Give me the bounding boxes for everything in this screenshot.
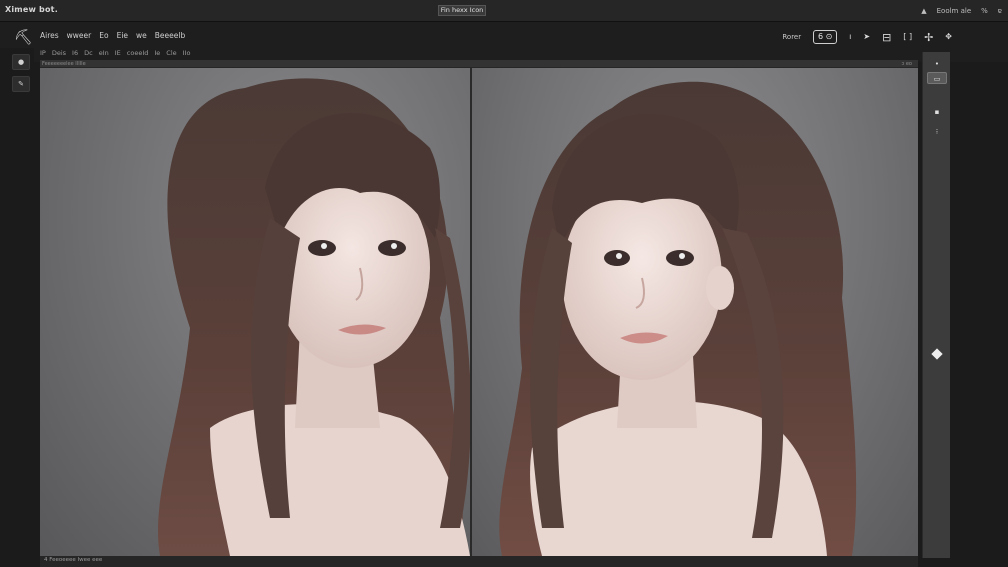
status-text: 4 Feeoeeee Iwee eee (44, 557, 103, 563)
document-zoom: ɔ eo (901, 61, 912, 67)
title-bar: Ximew bot. Fin hexx Icon ▲ Eoolm ale % ɐ (0, 0, 1008, 22)
titlebar-menu-item[interactable]: ɐ (998, 7, 1002, 15)
titlebar-menu-item[interactable]: % (981, 7, 988, 15)
zoom-label: Rorer (782, 33, 802, 41)
zoom-control[interactable]: 6 ⊙ (813, 30, 838, 44)
nav-icon[interactable]: ▪ (927, 106, 947, 118)
titlebar-right: ▲ Eoolm ale % ɐ (921, 0, 1008, 22)
option-item[interactable]: I6 (72, 49, 78, 57)
portrait-left-image (157, 78, 470, 556)
arrow-cursor-icon[interactable]: ➤ (863, 33, 870, 41)
move-icon[interactable]: ✥ (945, 33, 952, 41)
info-icon[interactable]: ⁝ (927, 126, 947, 138)
option-item[interactable]: IE (115, 49, 121, 57)
options-bar: ⛏ Aires wweer Eo Eie we Beeeelb IP Deis … (0, 22, 1008, 62)
option-item[interactable]: Aires (40, 31, 59, 40)
option-item[interactable]: Eo (99, 31, 108, 40)
document-tab[interactable]: Feeeeeeelee IIIIIe (42, 60, 86, 68)
option-item[interactable]: IP (40, 49, 46, 57)
right-panel-strip: • ▭ ▪ ⁝ (922, 52, 950, 558)
app-name: Ximew bot. (5, 5, 58, 14)
option-item[interactable]: Cle (166, 49, 176, 57)
option-item[interactable]: Beeeelb (155, 31, 185, 40)
tick-icon[interactable]: ı (849, 33, 851, 41)
diamond-handle-icon[interactable] (931, 348, 943, 360)
dot-icon[interactable]: • (927, 58, 947, 70)
pin-icon[interactable]: ✢ (924, 32, 933, 43)
left-toolbar: ● ✎ (0, 48, 34, 567)
option-item[interactable]: coeeId (127, 49, 149, 57)
status-bar: 4 Feeoeeee Iwee eee (40, 556, 918, 567)
portrait-right-image (499, 81, 857, 556)
document-title[interactable]: Fin hexx Icon (438, 5, 486, 16)
options-right-group: Rorer 6 ⊙ ı ➤ ⊟ [ ] ✢ ✥ (782, 28, 952, 46)
option-item[interactable]: eIn (99, 49, 109, 57)
options-row-primary: Aires wweer Eo Eie we Beeeelb (40, 31, 185, 40)
image-canvas[interactable] (40, 68, 918, 556)
option-item[interactable]: Eie (117, 31, 128, 40)
option-item[interactable]: wweer (67, 31, 92, 40)
option-item[interactable]: Dc (84, 49, 93, 57)
portrait-right[interactable] (472, 68, 918, 556)
tool-preset-icon[interactable]: ⛏ (14, 28, 33, 46)
select-icon[interactable]: ▭ (927, 72, 947, 84)
brush-tool-icon[interactable]: ● (12, 54, 30, 70)
pen-tool-icon[interactable]: ✎ (12, 76, 30, 92)
option-item[interactable]: we (136, 31, 147, 40)
portrait-left[interactable] (40, 68, 470, 556)
titlebar-menu-item[interactable]: Eoolm ale (937, 7, 972, 15)
document-tab-strip: Feeeeeeelee IIIIIe ɔ eo (40, 60, 918, 68)
option-item[interactable]: Deis (52, 49, 66, 57)
layers-icon[interactable]: ⊟ (882, 32, 891, 43)
options-row-secondary: IP Deis I6 Dc eIn IE coeeId Ie Cle IIo (40, 49, 190, 57)
arrow-up-icon[interactable]: ▲ (921, 7, 926, 15)
option-item[interactable]: Ie (154, 49, 160, 57)
bracket-icon[interactable]: [ ] (903, 33, 912, 41)
option-item[interactable]: IIo (183, 49, 191, 57)
